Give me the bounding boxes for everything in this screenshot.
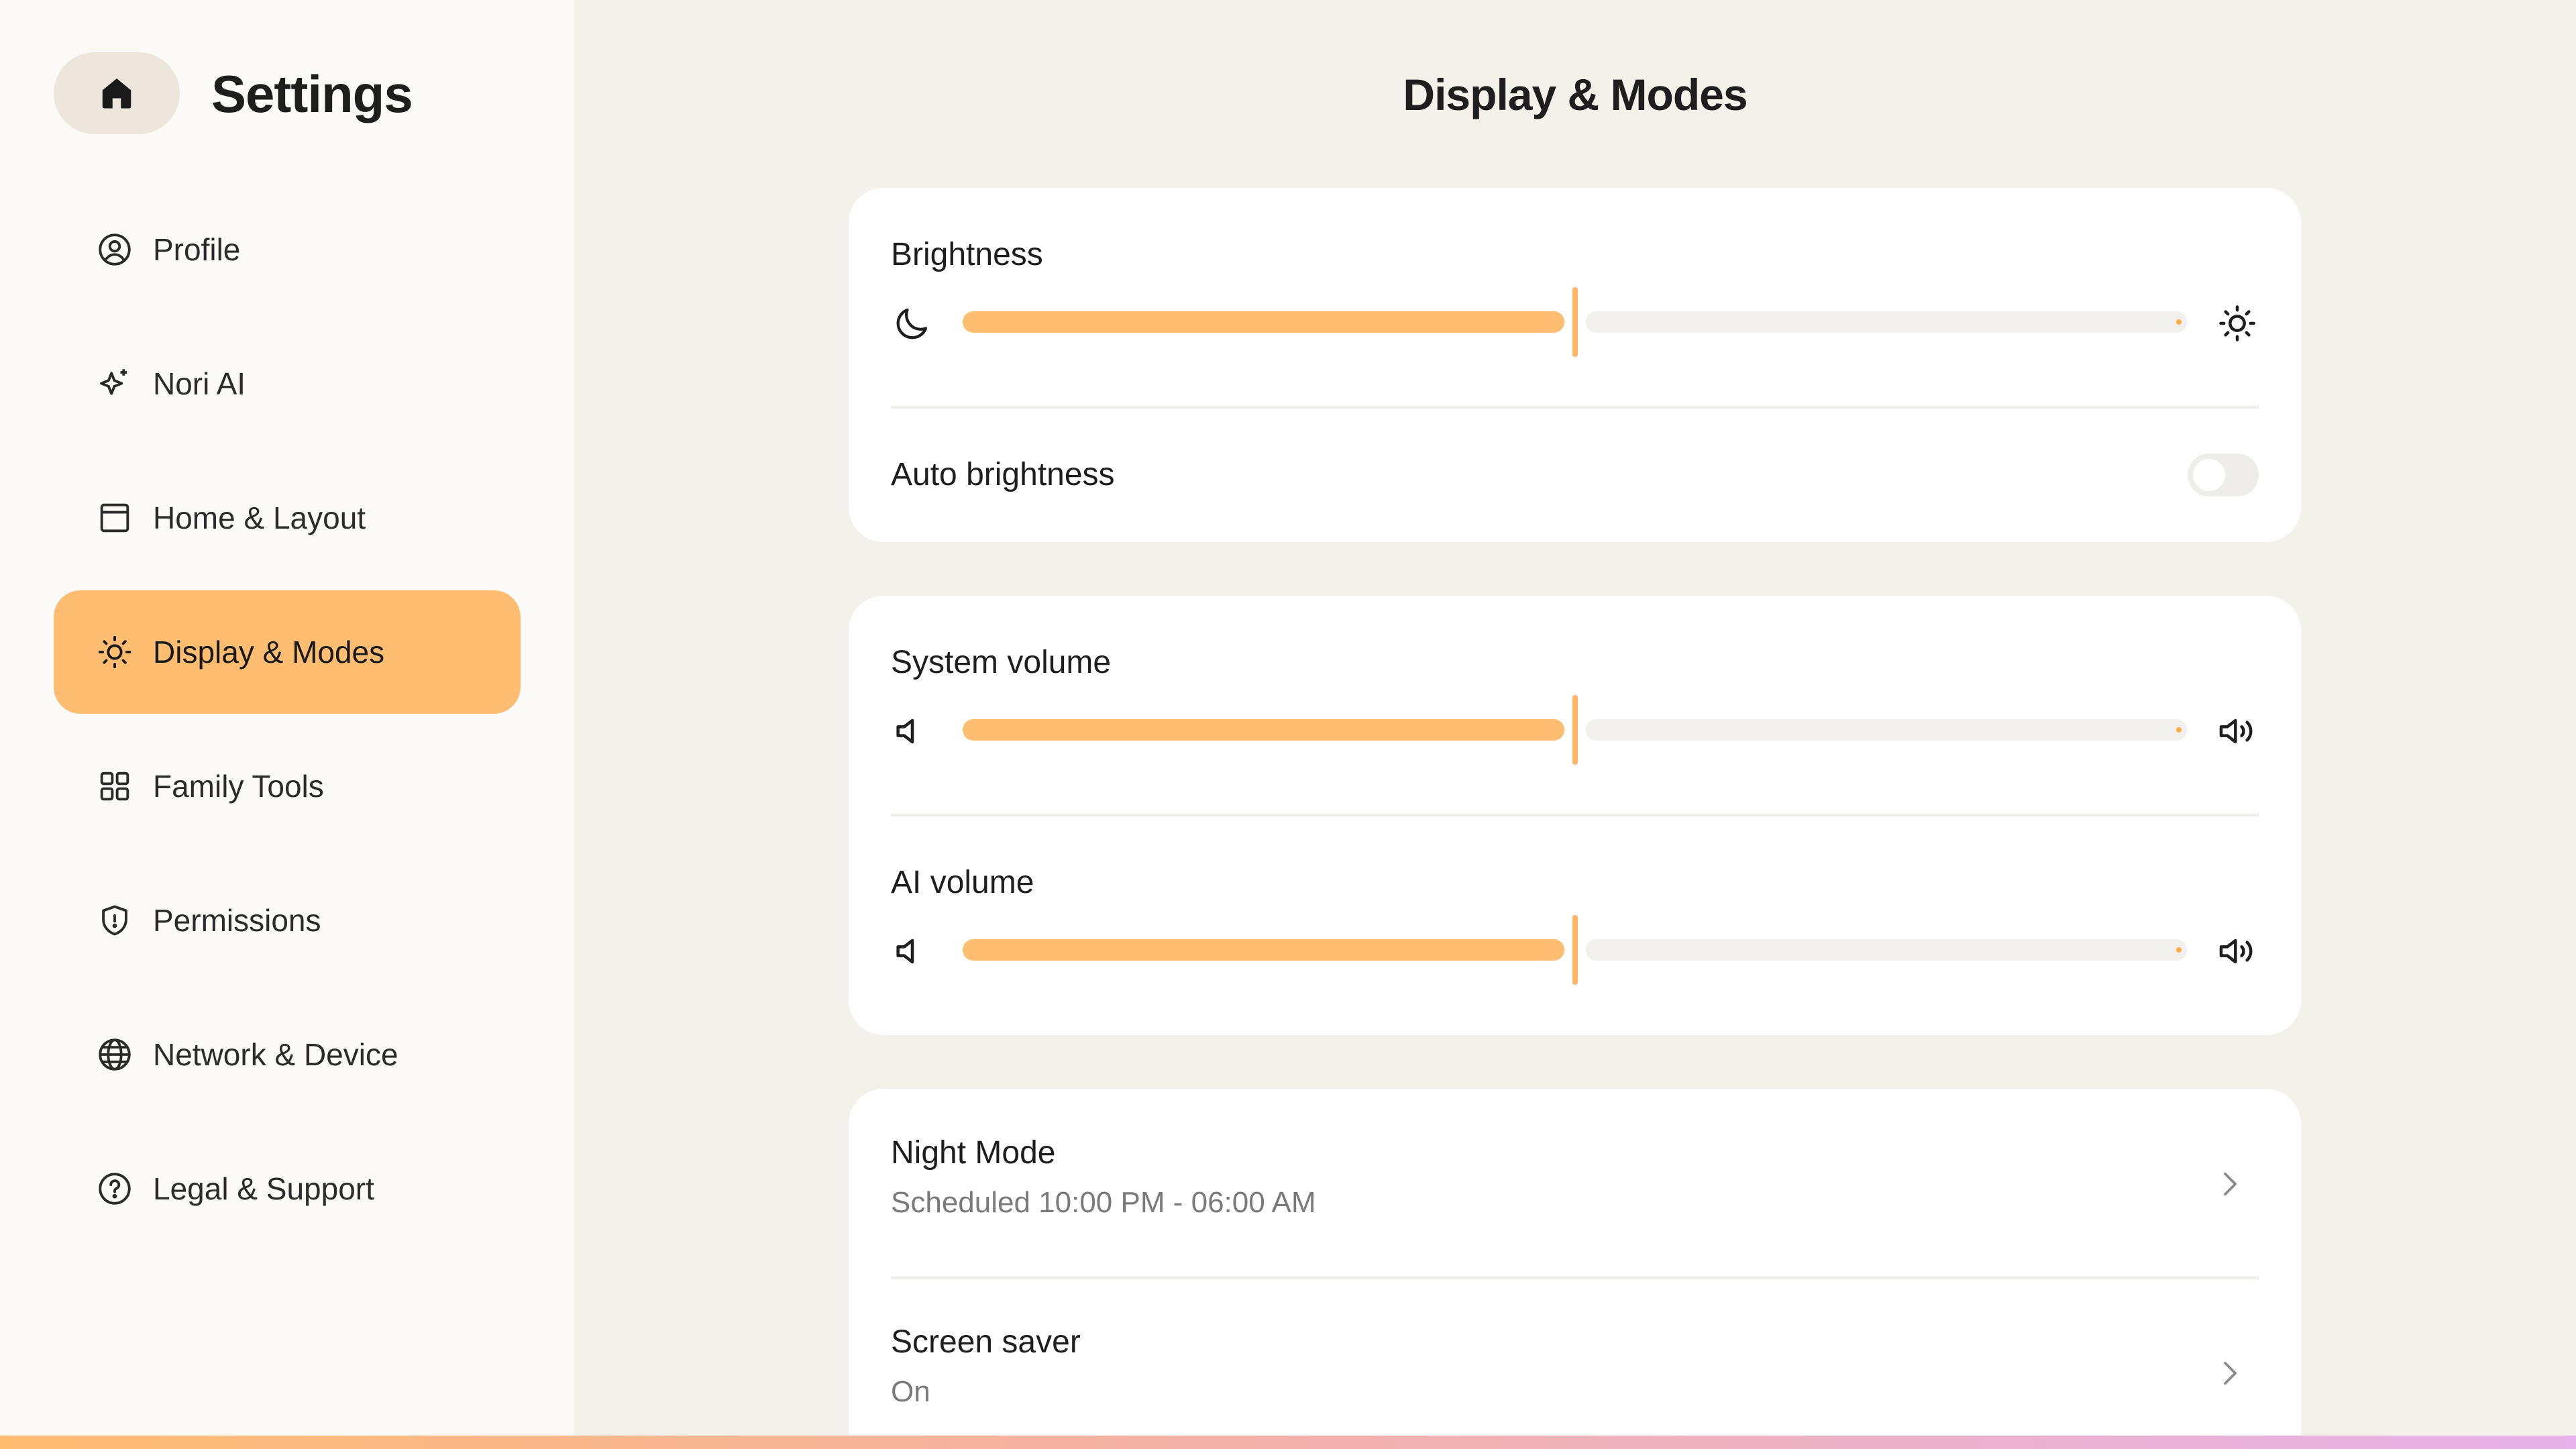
sidebar-item-label: Display & Modes: [153, 635, 385, 669]
slider-handle[interactable]: [1572, 915, 1578, 985]
track-empty: [1585, 719, 2187, 741]
help-circle-icon: [95, 1169, 134, 1208]
page-title: Display & Modes: [1403, 70, 1748, 119]
ai-volume-label: AI volume: [891, 865, 1034, 900]
grid-icon: [95, 767, 134, 806]
chevron-right-icon: [2211, 1165, 2249, 1203]
volume-low-icon: [891, 930, 934, 973]
sun-icon: [95, 633, 134, 672]
track-fill: [963, 939, 1564, 961]
auto-brightness-label: Auto brightness: [891, 457, 1115, 492]
brightness-track[interactable]: [963, 287, 2187, 357]
track-end-dot: [2176, 947, 2182, 953]
track-end-dot: [2176, 727, 2182, 733]
system-volume-track[interactable]: [963, 695, 2187, 765]
sidebar-item-label: Family Tools: [153, 769, 324, 804]
screen-saver-row[interactable]: Screen saver On: [849, 1279, 2301, 1449]
sidebar-item-label: Legal & Support: [153, 1171, 374, 1206]
sidebar: Settings Profile Nori AI Home & Layout D…: [0, 0, 574, 1449]
sidebar-item-network-device[interactable]: Network & Device: [54, 993, 521, 1116]
sidebar-item-home-layout[interactable]: Home & Layout: [54, 456, 521, 580]
home-button[interactable]: [54, 52, 180, 134]
sidebar-item-legal-support[interactable]: Legal & Support: [54, 1127, 521, 1250]
sparkle-icon: [95, 364, 134, 403]
track-empty: [1585, 311, 2187, 333]
ai-volume-track[interactable]: [963, 915, 2187, 985]
sidebar-item-display-modes[interactable]: Display & Modes: [54, 590, 521, 714]
night-mode-schedule: Scheduled 10:00 PM - 06:00 AM: [891, 1186, 1316, 1219]
volume-high-icon: [2216, 930, 2259, 973]
volume-card: System volume AI volume: [849, 596, 2301, 1035]
track-fill: [963, 311, 1564, 333]
brightness-slider[interactable]: [891, 287, 2259, 357]
user-circle-icon: [95, 230, 134, 269]
moon-icon: [891, 302, 934, 345]
night-mode-label: Night Mode: [891, 1135, 1056, 1171]
sidebar-item-label: Network & Device: [153, 1037, 398, 1072]
sidebar-item-permissions[interactable]: Permissions: [54, 859, 521, 982]
brightness-label: Brightness: [891, 237, 1043, 272]
settings-app: Settings Profile Nori AI Home & Layout D…: [0, 0, 2576, 1449]
layout-icon: [95, 498, 134, 537]
divider: [891, 814, 2259, 816]
slider-handle[interactable]: [1572, 695, 1578, 765]
toggle-knob: [2193, 459, 2225, 491]
sidebar-item-label: Profile: [153, 232, 241, 267]
bottom-gradient-bar: [0, 1436, 2576, 1449]
sidebar-item-family-tools[interactable]: Family Tools: [54, 724, 521, 848]
sidebar-item-label: Permissions: [153, 903, 321, 938]
track-end-dot: [2176, 319, 2182, 325]
sidebar-title: Settings: [211, 64, 413, 123]
volume-low-icon: [891, 710, 934, 753]
sidebar-item-profile[interactable]: Profile: [54, 188, 521, 311]
shield-icon: [95, 901, 134, 940]
home-icon: [97, 73, 137, 113]
system-volume-label: System volume: [891, 645, 1112, 680]
sidebar-item-label: Nori AI: [153, 366, 246, 401]
modes-card: Night Mode Scheduled 10:00 PM - 06:00 AM…: [849, 1089, 2301, 1449]
system-volume-slider[interactable]: [891, 695, 2259, 765]
night-mode-row[interactable]: Night Mode Scheduled 10:00 PM - 06:00 AM: [849, 1089, 2301, 1278]
brightness-card: Brightness Auto brightness: [849, 188, 2301, 542]
auto-brightness-toggle[interactable]: [2188, 453, 2259, 496]
ai-volume-slider[interactable]: [891, 915, 2259, 985]
sidebar-item-nori-ai[interactable]: Nori AI: [54, 322, 521, 445]
divider: [891, 406, 2259, 409]
track-empty: [1585, 939, 2187, 961]
track-fill: [963, 719, 1564, 741]
screen-saver-label: Screen saver: [891, 1324, 1081, 1360]
sun-icon: [2216, 302, 2259, 345]
sidebar-item-label: Home & Layout: [153, 500, 366, 535]
volume-high-icon: [2216, 710, 2259, 753]
screen-saver-status: On: [891, 1375, 930, 1408]
slider-handle[interactable]: [1572, 287, 1578, 357]
globe-icon: [95, 1035, 134, 1074]
chevron-right-icon: [2211, 1354, 2249, 1392]
